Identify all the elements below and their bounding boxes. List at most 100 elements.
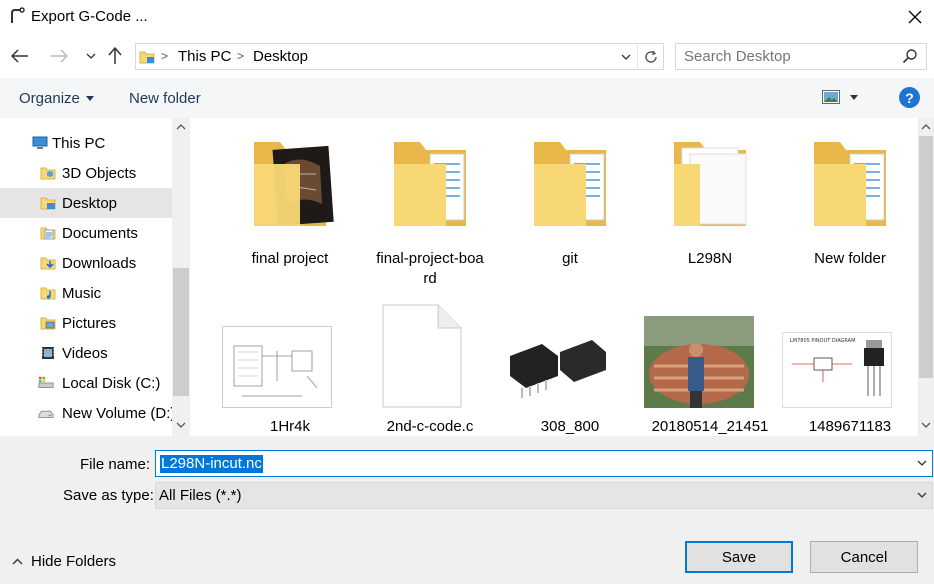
file-name-field[interactable]: L298N-incut.nc (155, 450, 933, 477)
file-name: L298N (687, 250, 733, 267)
local-disk-icon (38, 376, 54, 388)
search-input[interactable] (684, 48, 894, 65)
file-item-2nd-c-code[interactable]: 2nd-c-code.c (366, 286, 494, 436)
arrow-right-icon (51, 49, 68, 63)
file-name: 308_800 (540, 418, 600, 435)
file-name: New folder (814, 250, 886, 267)
folder-icon (534, 142, 606, 226)
window-title: Export G-Code ... (31, 8, 148, 25)
scroll-down-button[interactable] (172, 416, 190, 434)
change-view-button[interactable] (822, 90, 858, 104)
scroll-up-button[interactable] (172, 118, 190, 136)
file-item-308-800[interactable]: 308_800 (502, 286, 634, 436)
sidebar-item-label: Music (62, 284, 102, 302)
file-item-20180514[interactable]: 20180514_21451 (644, 286, 774, 436)
forward-button[interactable] (48, 45, 70, 67)
folder-icon (254, 142, 334, 226)
file-name: 2nd-c-code.c (386, 418, 474, 435)
sidebar-item-videos[interactable]: Videos (0, 338, 172, 368)
file-list: final project final-project-boa rd git L2… (190, 118, 918, 436)
documents-icon (40, 227, 56, 240)
chevron-down-icon[interactable] (916, 457, 928, 469)
address-bar[interactable]: > This PC > Desktop (135, 43, 664, 70)
sidebar-item-label: Pictures (62, 314, 117, 332)
image-thumbnail-icon (502, 326, 612, 404)
file-name-value[interactable]: L298N-incut.nc (160, 455, 263, 473)
sidebar-item-this-pc[interactable]: This PC (0, 128, 172, 158)
file-name: 20180514_21451 (651, 418, 769, 435)
hide-folders-button[interactable]: Hide Folders (12, 553, 116, 570)
pinout-caption: LM7805 PINOUT DIAGRAM (790, 338, 855, 344)
organize-button[interactable]: Organize (19, 90, 94, 107)
up-button[interactable] (104, 45, 126, 67)
view-icon (822, 90, 840, 104)
breadcrumb-separator: > (237, 49, 245, 63)
downloads-icon (40, 257, 56, 270)
sidebar-item-new-volume[interactable]: New Volume (D:) (0, 398, 176, 428)
sidebar-item-3d-objects[interactable]: 3D Objects (0, 158, 172, 188)
chevron-up-icon (176, 124, 186, 130)
image-thumbnail-icon: LM7805 PINOUT DIAGRAM (782, 332, 892, 408)
save-as-type-label: Save as type: (63, 487, 154, 504)
desktop-icon (40, 197, 56, 210)
address-dropdown-button[interactable] (614, 44, 638, 69)
music-icon (40, 287, 56, 300)
chevron-down-icon (621, 54, 630, 60)
recent-locations-button[interactable] (80, 45, 102, 67)
search-icon[interactable] (902, 48, 920, 66)
cancel-button[interactable]: Cancel (810, 541, 918, 573)
navigation-pane: This PC 3D Objects Desktop Documents Dow… (0, 118, 190, 436)
help-icon: ? (905, 89, 914, 106)
file-list-scrollbar[interactable] (918, 118, 934, 436)
file-item-1489671183[interactable]: LM7805 PINOUT DIAGRAM 1489671183 (782, 286, 914, 436)
chevron-down-icon (86, 53, 96, 59)
pc-icon (139, 49, 155, 65)
sidebar-item-documents[interactable]: Documents (0, 218, 172, 248)
file-name-label: File name: (80, 456, 151, 473)
search-box[interactable] (675, 43, 927, 70)
refresh-button[interactable] (638, 44, 663, 69)
save-as-type-select[interactable]: All Files (*.*) (155, 482, 933, 509)
sidebar-item-music[interactable]: Music (0, 278, 172, 308)
refresh-icon (644, 50, 657, 63)
file-item-git[interactable]: git (506, 118, 634, 278)
folder-icon (674, 142, 747, 226)
save-button[interactable]: Save (685, 541, 793, 573)
breadcrumb-desktop[interactable]: Desktop (253, 48, 308, 65)
3d-objects-icon (40, 167, 56, 180)
file-name: 1Hr4k (269, 418, 310, 435)
file-name: final-project-boa rd (376, 250, 484, 287)
help-button[interactable]: ? (899, 87, 920, 108)
scroll-down-button[interactable] (918, 416, 934, 434)
sidebar-item-label: Local Disk (C:) (62, 374, 161, 392)
sidebar-item-label: Downloads (62, 254, 137, 272)
file-icon (382, 304, 462, 408)
file-name: final project (251, 250, 329, 267)
breadcrumb-this-pc[interactable]: This PC (178, 48, 231, 65)
scroll-up-button[interactable] (918, 118, 934, 136)
sidebar-item-downloads[interactable]: Downloads (0, 248, 172, 278)
back-button[interactable] (9, 45, 31, 67)
file-item-new-folder[interactable]: New folder (786, 118, 914, 278)
command-toolbar: Organize New folder ? (0, 78, 934, 118)
close-button[interactable] (896, 0, 934, 34)
scrollbar-thumb[interactable] (173, 268, 189, 396)
file-item-l298n[interactable]: L298N (646, 118, 774, 278)
organize-label: Organize (19, 90, 80, 107)
file-item-final-project-board[interactable]: final-project-boa rd (366, 118, 494, 287)
sidebar-item-local-disk[interactable]: Local Disk (C:) (0, 368, 172, 398)
new-folder-button[interactable]: New folder (129, 90, 201, 107)
folder-icon (394, 142, 466, 226)
sidebar-item-desktop[interactable]: Desktop (0, 188, 172, 218)
scrollbar-thumb[interactable] (919, 136, 933, 378)
sidebar-item-label: New Volume (D:) (62, 404, 176, 422)
image-thumbnail-icon (644, 316, 754, 408)
navigation-scrollbar[interactable] (172, 118, 190, 436)
file-item-final-project[interactable]: final project (226, 118, 354, 278)
sidebar-item-label: Documents (62, 224, 138, 242)
file-item-1hr4k[interactable]: 1Hr4k (222, 286, 354, 436)
sidebar-item-label: 3D Objects (62, 164, 137, 182)
caret-down-icon (850, 94, 858, 100)
hide-folders-label: Hide Folders (31, 553, 117, 570)
sidebar-item-pictures[interactable]: Pictures (0, 308, 172, 338)
